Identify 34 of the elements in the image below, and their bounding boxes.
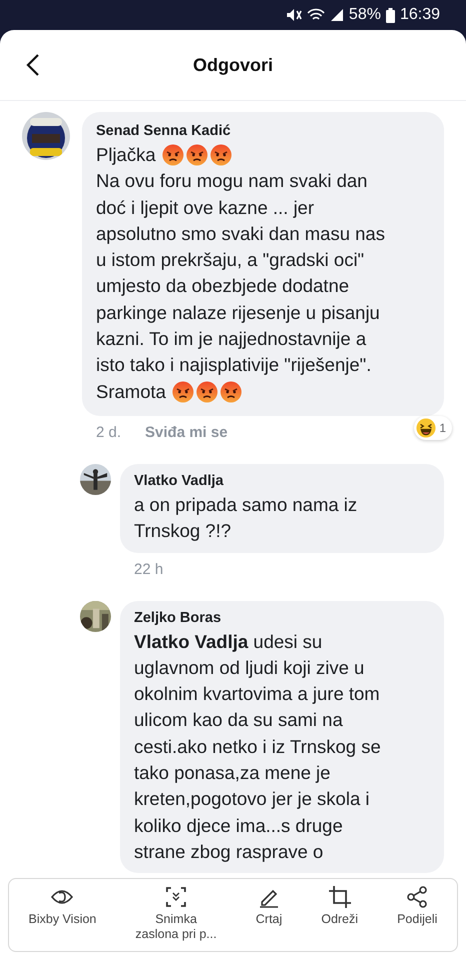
angry-face-icon (186, 144, 208, 166)
share-icon (405, 885, 430, 909)
toolbar-button[interactable]: Podijeli (395, 883, 440, 929)
reaction-badge[interactable]: 1 (414, 416, 452, 440)
comment-text: Sramota (96, 380, 166, 404)
angry-face-icon (162, 144, 184, 166)
wifi-icon (306, 8, 325, 22)
toolbar-button[interactable]: Bixby Vision (26, 883, 98, 929)
clock: 16:39 (400, 6, 440, 24)
toolbar-button[interactable]: Crtaj (254, 883, 284, 929)
angry-face-icon (220, 380, 242, 403)
author-name[interactable]: Senad Senna Kadić (96, 120, 434, 142)
author-name[interactable]: Vlatko Vadlja (134, 470, 434, 492)
page-title: Odgovori (193, 54, 273, 76)
author-name[interactable]: Zeljko Boras (134, 606, 434, 629)
angry-face-icon (172, 380, 194, 403)
crop-icon (328, 885, 352, 909)
battery-icon (386, 8, 395, 22)
signal-icon (330, 8, 344, 22)
scroll-capture-icon (164, 885, 188, 909)
comment-text: Na ovu foru mogu nam svaki dan doć i ljepit ove kazne ... jer apsolutno smo svaki dan masu nas u istom prekršaju, a "gradski oci" umjesto da obezbjede dodatne parkinge nalaze rijesenje u pisanju kazni. To im je najjednostavnije a isto tako i najisplativije "riješenje". (96, 169, 385, 378)
angry-face-icon (210, 144, 232, 166)
toolbar-button[interactable]: Snimka zaslona pri p... (133, 883, 219, 944)
toolbar-button[interactable]: Odreži (319, 883, 360, 929)
reaction-count: 1 (439, 420, 446, 435)
angry-face-icon (196, 380, 218, 403)
comment-time: 2 d. (96, 424, 122, 443)
comment-text: a on pripada samo nama iz Trnskog ?!? (134, 492, 358, 544)
battery-percent: 58% (348, 6, 381, 24)
laughing-face-icon (416, 418, 436, 438)
mute-icon (286, 8, 302, 22)
comment-text: Pljačka (96, 143, 156, 167)
comment-text: Vlatko Vadlja udesi su uglavnom od ljudi koji zive u okolnim kvartovima a jure tom ulicom kao da su sami na cesti.ako netko i iz Trnskog se tako ponasa,za mene je kreten,pogotovo jer je skola i koliko djece ima...s druge strane zbog rasprave o (134, 630, 382, 864)
comment-time: 22 h (134, 560, 164, 580)
